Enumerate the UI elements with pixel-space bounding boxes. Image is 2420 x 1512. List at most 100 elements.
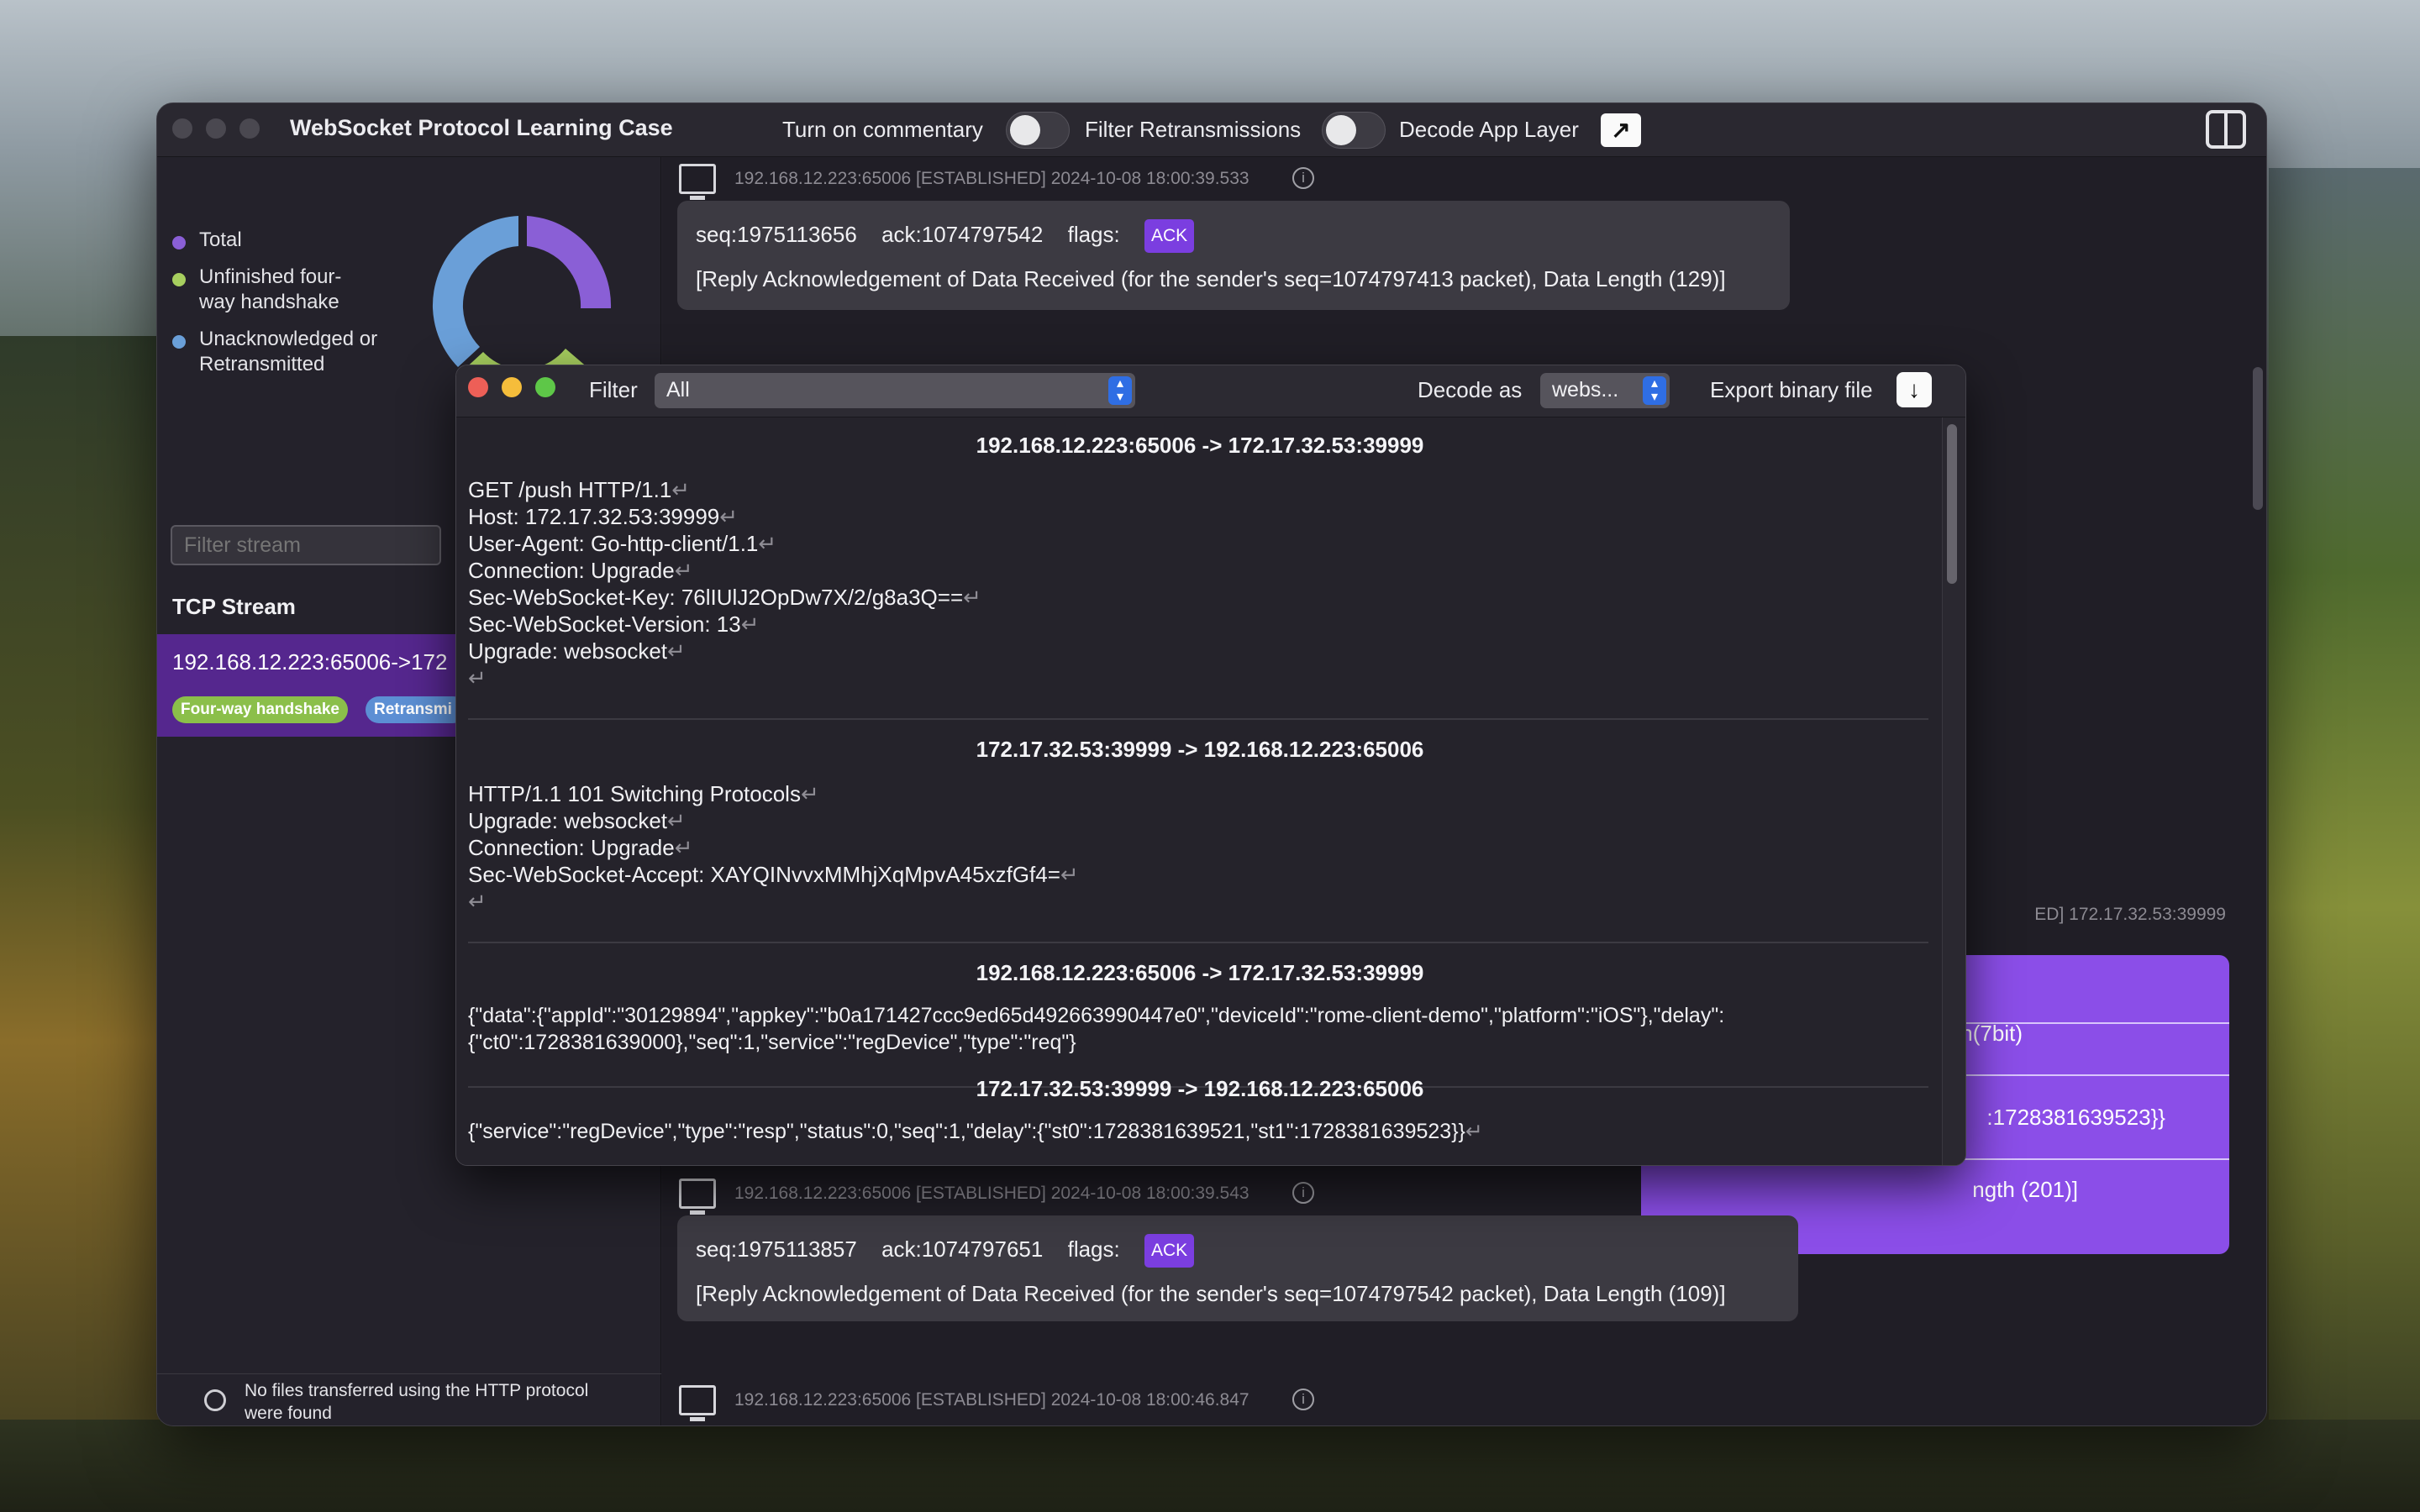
packet-seq: seq:1975113656 xyxy=(696,221,857,247)
decode-as-select[interactable]: webs... ▴ ▾ xyxy=(1540,373,1670,408)
return-glyph: ↵ xyxy=(719,504,739,529)
decode-as-label: Decode as xyxy=(1418,377,1523,402)
section-direction-title: 172.17.32.53:39999 -> 192.168.12.223:650… xyxy=(976,1076,1424,1101)
popup-minimize-button[interactable] xyxy=(502,377,522,397)
popup-close-button[interactable] xyxy=(468,377,488,397)
files-footer: No files transferred using the HTTP prot… xyxy=(157,1373,661,1425)
wallpaper-bottom xyxy=(0,1420,2420,1512)
packet-ack: ack:1074797651 xyxy=(881,1236,1044,1262)
packet-line: :1728381639523}} xyxy=(1986,1105,2165,1130)
computer-icon xyxy=(679,164,716,200)
filter-label: Filter xyxy=(589,377,638,402)
legend-dot xyxy=(172,236,186,249)
packet-summary: [Reply Acknowledgement of Data Received … xyxy=(696,266,1726,291)
files-footer-message: No files transferred using the HTTP prot… xyxy=(245,1381,589,1423)
payload-line: {"ct0":1728381639000},"seq":1,"service":… xyxy=(468,1031,1076,1054)
payload-line: Sec-WebSocket-Accept: XAYQINvvxMMhjXqMpv… xyxy=(468,862,1060,887)
commentary-toggle[interactable] xyxy=(1006,112,1070,149)
packet-fields: seq:1975113656 ack:1074797542 flags: ACK xyxy=(696,219,1213,253)
payload-line: {"data":{"appId":"30129894","appkey":"b0… xyxy=(468,1004,1725,1027)
decoded-stream-body: 192.168.12.223:65006 -> 172.17.32.53:399… xyxy=(456,417,1944,1165)
split-view-icon[interactable] xyxy=(2206,110,2246,149)
donut-segment-total xyxy=(527,216,612,308)
section-payload: HTTP/1.1 101 Switching Protocols↵ Upgrad… xyxy=(468,780,1079,915)
chip-four-way-handshake: Four-way handshake xyxy=(172,696,348,723)
packet-header: 192.168.12.223:65006 [ESTABLISHED] 2024-… xyxy=(679,1385,1351,1421)
info-icon[interactable]: i xyxy=(1292,1389,1314,1410)
payload-line: {"service":"regDevice","type":"resp","st… xyxy=(468,1120,1465,1143)
popup-scrollbar[interactable] xyxy=(1947,424,1957,584)
info-icon[interactable]: i xyxy=(1292,167,1314,189)
legend-item-unfinished: Unfinished four-way handshake xyxy=(172,265,374,315)
download-icon[interactable]: ↓ xyxy=(1897,372,1932,407)
commentary-toggle-label: Turn on commentary xyxy=(782,117,983,142)
ack-flag-badge: ACK xyxy=(1144,219,1195,253)
filter-stream-input[interactable] xyxy=(171,525,441,565)
payload-line: Connection: Upgrade xyxy=(468,835,675,860)
chevron-updown-icon: ▴ ▾ xyxy=(1108,376,1132,405)
ack-flag-badge: ACK xyxy=(1144,1234,1195,1268)
section-payload: {"service":"regDevice","type":"resp","st… xyxy=(468,1118,1483,1145)
stream-name: 192.168.12.223:65006->172 xyxy=(172,649,448,675)
payload-line: Host: 172.17.32.53:39999 xyxy=(468,504,720,529)
return-glyph: ↵ xyxy=(1060,862,1079,887)
retransmissions-toggle[interactable] xyxy=(1322,112,1386,149)
payload-line: Upgrade: websocket xyxy=(468,638,668,664)
tcp-stream-heading: TCP Stream xyxy=(172,594,296,619)
export-binary-label: Export binary file xyxy=(1710,377,1873,402)
payload-line: Upgrade: websocket xyxy=(468,808,668,833)
computer-icon xyxy=(679,1385,716,1421)
packet-meta: 192.168.12.223:65006 [ESTABLISHED] 2024-… xyxy=(734,1390,1249,1410)
decode-as-value: webs... xyxy=(1552,378,1619,402)
section-divider xyxy=(468,718,1928,720)
search-icon xyxy=(204,1389,226,1411)
close-button[interactable] xyxy=(172,118,192,139)
packet-bubble[interactable]: seq:1975113857 ack:1074797651 flags: ACK… xyxy=(677,1215,1798,1321)
section-direction-title: 192.168.12.223:65006 -> 172.17.32.53:399… xyxy=(976,960,1424,985)
return-glyph: ↵ xyxy=(667,808,686,833)
open-external-icon[interactable]: ↗ xyxy=(1601,113,1641,147)
packet-bubble[interactable]: seq:1975113656 ack:1074797542 flags: ACK… xyxy=(677,201,1790,310)
return-glyph: ↵ xyxy=(667,638,686,664)
packet-line: ngth (201)] xyxy=(1972,1177,2078,1202)
legend-dot xyxy=(172,273,186,286)
computer-icon xyxy=(679,1179,716,1215)
filter-select[interactable]: All ▴ ▾ xyxy=(655,373,1135,408)
decode-popup-window: Filter All ▴ ▾ Decode as webs... ▴ ▾ Expor… xyxy=(455,365,1966,1166)
packet-line: n(7bit) xyxy=(1960,1021,2023,1046)
section-payload: GET /push HTTP/1.1↵ Host: 172.17.32.53:3… xyxy=(468,476,981,691)
return-glyph: ↵ xyxy=(800,781,819,806)
packet-list-scrollbar[interactable] xyxy=(2253,367,2263,510)
return-glyph: ↵ xyxy=(740,612,760,637)
toggle-knob xyxy=(1326,115,1356,145)
payload-line: HTTP/1.1 101 Switching Protocols xyxy=(468,781,801,806)
return-glyph: ↵ xyxy=(468,889,487,914)
zoom-button[interactable] xyxy=(239,118,260,139)
legend-item-total: Total xyxy=(172,228,242,253)
packet-seq: seq:1975113857 xyxy=(696,1236,857,1262)
popup-toolbar: Filter All ▴ ▾ Decode as webs... ▴ ▾ Expor… xyxy=(456,365,1965,417)
window-title: WebSocket Protocol Learning Case xyxy=(290,115,673,140)
return-glyph: ↵ xyxy=(963,585,981,610)
wallpaper-right xyxy=(2269,168,2420,1512)
info-icon[interactable]: i xyxy=(1292,1182,1314,1204)
return-glyph: ↵ xyxy=(671,477,691,502)
packet-meta: 192.168.12.223:65006 [ESTABLISHED] 2024-… xyxy=(734,169,1249,188)
minimize-button[interactable] xyxy=(206,118,226,139)
legend-item-unacknowledged: Unacknowledged or Retransmitted xyxy=(172,327,416,377)
popup-zoom-button[interactable] xyxy=(535,377,555,397)
section-direction-title: 172.17.32.53:39999 -> 192.168.12.223:650… xyxy=(976,737,1424,762)
return-glyph: ↵ xyxy=(468,665,487,690)
chip-retransmission: Retransmi xyxy=(366,696,466,723)
packet-flags-label: flags: xyxy=(1067,221,1120,247)
packet-ack: ack:1074797542 xyxy=(881,221,1044,247)
payload-line: Sec-WebSocket-Version: 13 xyxy=(468,612,741,637)
payload-line: User-Agent: Go-http-client/1.1 xyxy=(468,531,759,556)
decode-app-layer-label: Decode App Layer xyxy=(1399,117,1579,142)
payload-line: Sec-WebSocket-Key: 76lIUlJ2OpDw7X/2/g8a3… xyxy=(468,585,964,610)
packet-header: 192.168.12.223:65006 [ESTABLISHED] 2024-… xyxy=(679,1179,1351,1215)
toggle-knob xyxy=(1010,115,1040,145)
payload-line: Connection: Upgrade xyxy=(468,558,675,583)
section-divider xyxy=(468,942,1928,943)
retransmissions-toggle-label: Filter Retransmissions xyxy=(1085,117,1302,142)
